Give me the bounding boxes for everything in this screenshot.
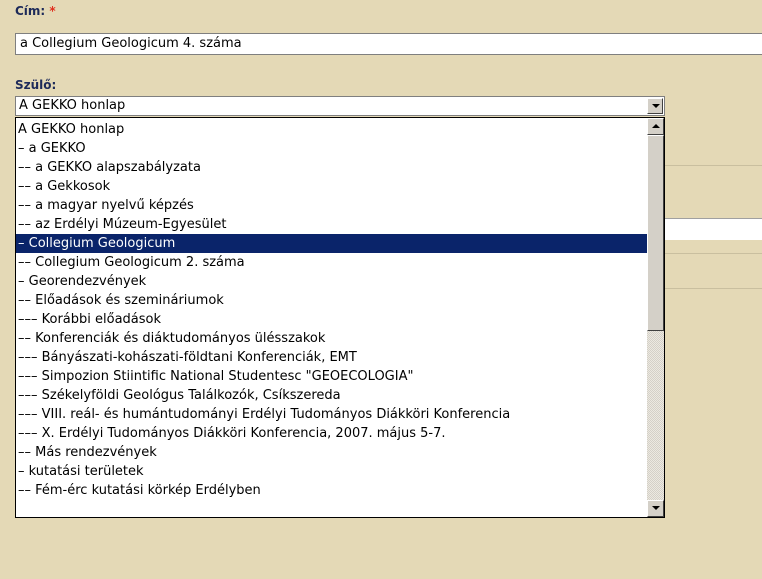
- scroll-thumb[interactable]: [647, 135, 664, 331]
- dropdown-arrow-button[interactable]: [647, 98, 663, 114]
- title-label: Cím: *: [15, 4, 56, 18]
- background-divider: [665, 288, 762, 289]
- required-mark: *: [49, 4, 56, 18]
- dropdown-option[interactable]: –– Konferenciák és diáktudományos üléssz…: [16, 329, 648, 348]
- background-input[interactable]: [665, 218, 762, 240]
- dropdown-option[interactable]: ––– X. Erdélyi Tudományos Diákköri Konfe…: [16, 424, 648, 443]
- dropdown-option[interactable]: ––– VIII. reál- és humántudományi Erdély…: [16, 405, 648, 424]
- dropdown-options: A GEKKO honlap – a GEKKO –– a GEKKO alapsz…: [16, 120, 648, 500]
- title-input-value: a Collegium Geologicum 4. száma: [20, 36, 242, 51]
- background-divider: [665, 165, 762, 166]
- dropdown-option[interactable]: – Georendezvények: [16, 272, 648, 291]
- dropdown-option[interactable]: –– Előadások és szemináriumok: [16, 291, 648, 310]
- dropdown-option[interactable]: –– az Erdélyi Múzeum-Egyesület: [16, 215, 648, 234]
- dropdown-option[interactable]: –– Collegium Geologicum 2. száma: [16, 253, 648, 272]
- parent-select[interactable]: A GEKKO honlap: [15, 96, 665, 116]
- dropdown-option[interactable]: ––– Székelyföldi Geológus Találkozók, Cs…: [16, 386, 648, 405]
- dropdown-option[interactable]: –– Fém-érc kutatási körkép Erdélyben: [16, 481, 648, 500]
- dropdown-option[interactable]: ––– Korábbi előadások: [16, 310, 648, 329]
- triangle-up-icon: [652, 124, 660, 128]
- dropdown-scrollbar[interactable]: [647, 118, 664, 517]
- chevron-down-icon: [652, 104, 660, 108]
- scroll-up-button[interactable]: [647, 118, 664, 135]
- dropdown-option[interactable]: –– Más rendezvények: [16, 443, 648, 462]
- background-divider: [665, 253, 762, 254]
- triangle-down-icon: [652, 506, 660, 510]
- parent-select-value: A GEKKO honlap: [19, 98, 126, 113]
- title-input[interactable]: a Collegium Geologicum 4. száma: [15, 33, 762, 55]
- dropdown-option[interactable]: A GEKKO honlap: [16, 120, 648, 139]
- dropdown-option[interactable]: – a GEKKO: [16, 139, 648, 158]
- dropdown-option[interactable]: –– a GEKKO alapszabályzata: [16, 158, 648, 177]
- parent-dropdown-list[interactable]: A GEKKO honlap – a GEKKO –– a GEKKO alapsz…: [15, 117, 665, 518]
- dropdown-option[interactable]: ––– Simpozion Stiintific National Studen…: [16, 367, 648, 386]
- parent-label: Szülő:: [15, 78, 56, 92]
- dropdown-option[interactable]: –– a Gekkosok: [16, 177, 648, 196]
- parent-label-text: Szülő:: [15, 78, 57, 92]
- dropdown-option[interactable]: – Collegium Geologicum: [16, 234, 648, 253]
- dropdown-option[interactable]: – kutatási területek: [16, 462, 648, 481]
- scroll-down-button[interactable]: [647, 500, 664, 517]
- dropdown-option[interactable]: ––– Bányászati-kohászati-földtani Konfer…: [16, 348, 648, 367]
- dropdown-option[interactable]: –– a magyar nyelvű képzés: [16, 196, 648, 215]
- title-label-text: Cím:: [15, 4, 46, 18]
